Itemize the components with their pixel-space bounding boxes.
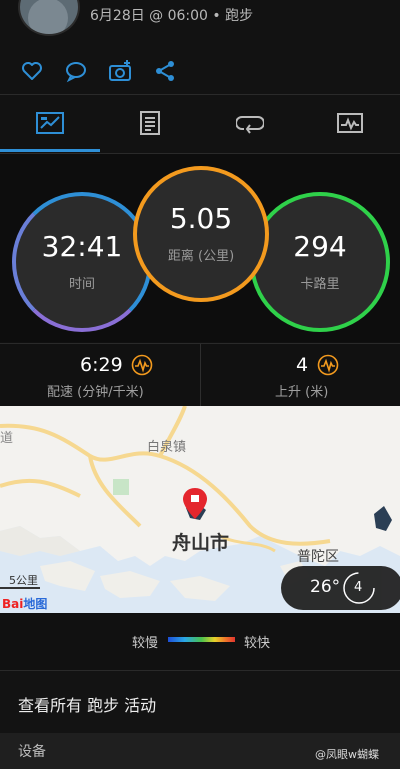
legend-slow: 较慢 (132, 636, 159, 651)
calories-label: 卡路里 (300, 276, 340, 292)
time-label: 时间 (68, 276, 95, 292)
calories-value: 294 (293, 229, 347, 263)
time-value: 32:41 (41, 229, 123, 263)
watermark: @凤眼w蝴蝶 (315, 748, 379, 761)
avatar[interactable] (18, 0, 80, 36)
map-scale-label: 5公里 (9, 574, 38, 587)
distance-label: 距离 (公里) (167, 248, 235, 264)
tab-details[interactable] (100, 95, 200, 151)
map-label-baiquan: 白泉镇 (147, 440, 187, 455)
details-icon (140, 111, 160, 135)
time-circle: 32:41 时间 (12, 192, 152, 332)
pace-graph-icon (131, 354, 153, 376)
device-label: 设备 (18, 744, 46, 760)
metrics-row: 6:29 配速 (分钟/千米) 4 上升 (米) (0, 343, 400, 407)
share-icon[interactable] (153, 59, 177, 83)
active-tab-indicator (0, 149, 100, 152)
pace-value: 6:29 (80, 354, 123, 376)
legend-gradient (168, 637, 235, 642)
tab-laps[interactable] (200, 95, 300, 151)
action-bar (0, 48, 400, 95)
tab-bar (0, 95, 400, 154)
distance-circle: 5.05 距离 (公里) (133, 166, 269, 302)
ascent-label: 上升 (米) (275, 385, 329, 400)
calories-circle: 294 卡路里 (250, 192, 390, 332)
weather-temp: 26° (310, 577, 341, 597)
ascent-graph-icon (317, 354, 339, 376)
map-logo-du: 地图 (23, 597, 48, 611)
tab-overview[interactable] (0, 95, 100, 152)
map-scale-bar (0, 587, 40, 589)
map-label-road: 道 (0, 431, 14, 446)
overview-icon (36, 112, 64, 134)
chart-icon (337, 113, 363, 133)
activity-date: 6月28日 @ 06:00 • 跑步 (90, 8, 254, 24)
map-logo: Bai地图 (2, 595, 47, 612)
route-map[interactable]: 道 白泉镇 舟山市 普陀区 5公里 Bai地图 26° 4 (0, 406, 400, 613)
ascent-value: 4 (296, 354, 309, 376)
map-logo-bai: Bai (2, 597, 24, 611)
weather-badge[interactable]: 26° 4 (281, 566, 400, 610)
view-all-label: 查看所有 跑步 活动 (18, 696, 157, 715)
ascent-metric[interactable]: 4 上升 (米) (201, 344, 400, 406)
stats-panel: 32:41 时间 294 卡路里 5.05 距离 (公里) (0, 154, 400, 342)
heart-icon[interactable] (20, 59, 44, 83)
map-label-putuo: 普陀区 (297, 549, 339, 565)
distance-value: 5.05 (169, 201, 233, 235)
pace-label: 配速 (分钟/千米) (47, 385, 144, 400)
view-all-activities[interactable]: 查看所有 跑步 活动 (0, 671, 400, 733)
legend-fast: 较快 (244, 636, 271, 651)
location-pin-icon (183, 488, 207, 519)
pace-metric[interactable]: 6:29 配速 (分钟/千米) (0, 344, 199, 406)
camera-add-icon[interactable] (108, 59, 132, 83)
map-label-city: 舟山市 (172, 532, 230, 554)
comment-icon[interactable] (64, 59, 88, 83)
activity-header: 6月28日 @ 06:00 • 跑步 (0, 0, 400, 49)
device-section[interactable]: 设备 @凤眼w蝴蝶 (0, 733, 400, 769)
pace-legend: 较慢 较快 (0, 614, 400, 671)
tab-charts[interactable] (300, 95, 400, 151)
laps-icon (236, 116, 264, 134)
wind-speed: 4 (354, 580, 363, 595)
